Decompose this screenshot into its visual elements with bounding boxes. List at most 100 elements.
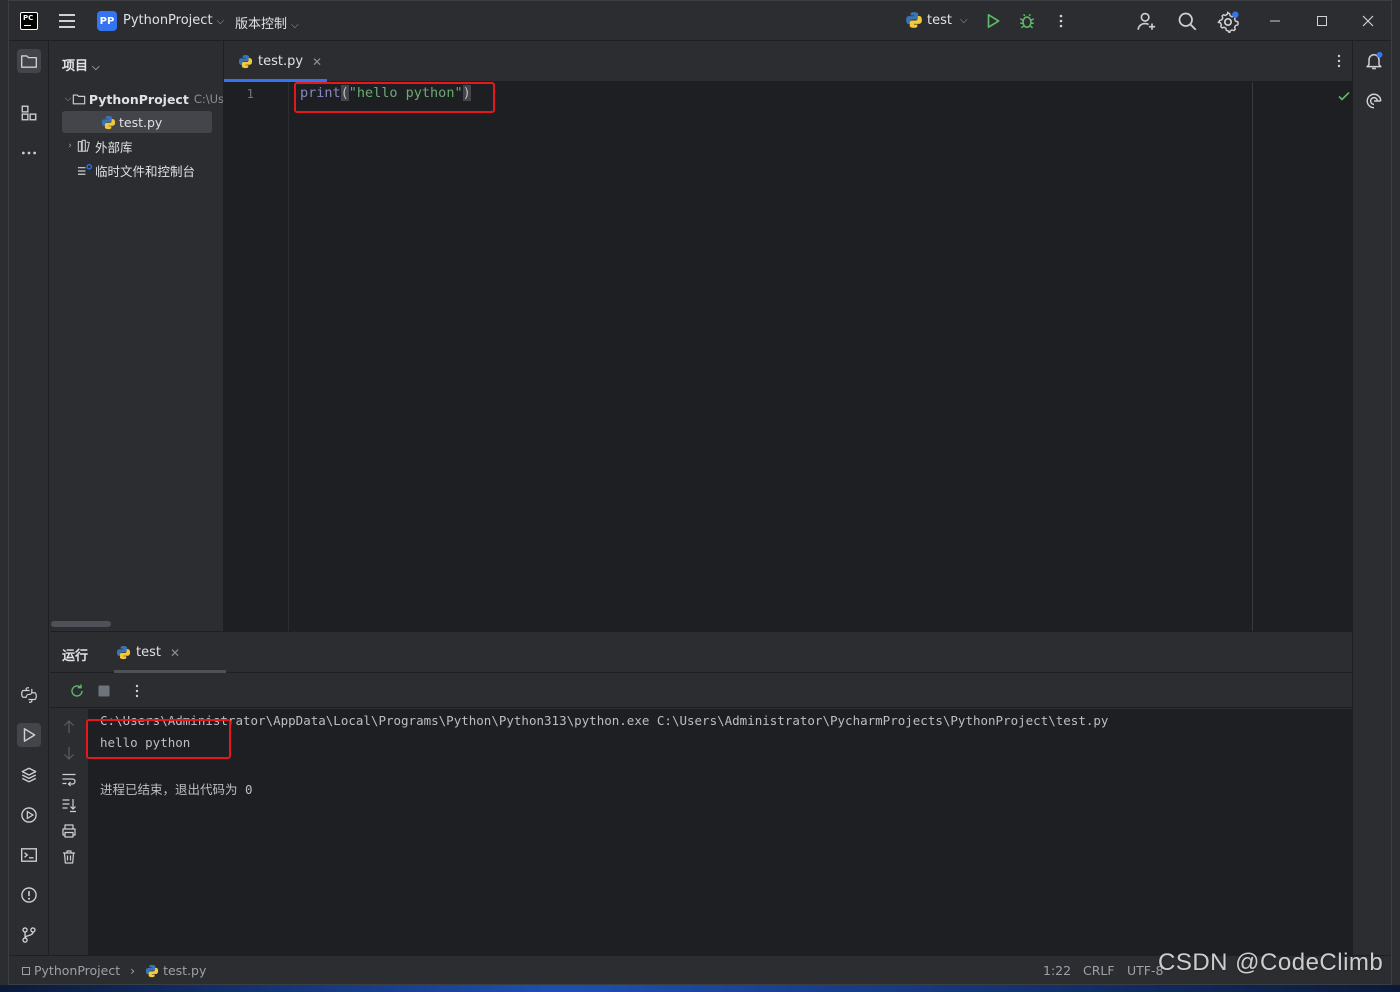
module-square-icon bbox=[22, 967, 30, 975]
debug-button[interactable] bbox=[1017, 11, 1037, 31]
stop-icon bbox=[98, 685, 110, 697]
terminal-icon bbox=[21, 848, 37, 862]
git-branch-icon bbox=[22, 927, 36, 943]
chevron-right-icon[interactable]: › bbox=[64, 141, 76, 151]
scroll-to-end-icon bbox=[62, 799, 76, 813]
project-switcher[interactable]: PythonProject ⌵ bbox=[123, 13, 224, 28]
code-token-string: "hello python" bbox=[348, 85, 463, 101]
terminal-tool-button[interactable] bbox=[17, 843, 41, 867]
close-icon bbox=[1362, 15, 1374, 27]
run-tab-label: test bbox=[136, 645, 161, 660]
scratches-icon bbox=[76, 162, 92, 178]
scroll-up-button[interactable] bbox=[61, 719, 77, 735]
desktop-background-strip bbox=[0, 985, 1400, 992]
more-tools-button[interactable] bbox=[17, 141, 41, 165]
structure-icon bbox=[21, 105, 37, 121]
project-panel-title: 项目 bbox=[62, 59, 89, 74]
line-number: 1 bbox=[246, 86, 254, 101]
inspection-ok-icon[interactable] bbox=[1336, 88, 1352, 104]
run-config-selector[interactable]: test ⌵ bbox=[905, 11, 968, 29]
breadcrumb-project[interactable]: PythonProject bbox=[34, 963, 120, 978]
structure-tool-button[interactable] bbox=[17, 101, 41, 125]
warning-circle-icon bbox=[21, 887, 37, 903]
code-editor[interactable]: 1 print("hello python") bbox=[224, 82, 1352, 631]
search-everywhere-button[interactable] bbox=[1177, 11, 1197, 31]
tree-item-path: C:\Us bbox=[193, 92, 224, 106]
arrow-up-icon bbox=[64, 720, 74, 733]
editor-gutter[interactable]: 1 bbox=[224, 82, 289, 631]
run-button[interactable] bbox=[983, 11, 1003, 31]
git-tool-button[interactable] bbox=[17, 923, 41, 947]
ai-assistant-button[interactable] bbox=[1362, 89, 1386, 113]
services-tool-button[interactable] bbox=[17, 803, 41, 827]
ide-window: PC PP PythonProject ⌵ 版本控制 ⌵ test ⌵ 项目 ⌵… bbox=[8, 0, 1392, 985]
run-console-output[interactable]: C:\Users\Administrator\AppData\Local\Pro… bbox=[86, 709, 1352, 956]
tree-item-test-py[interactable]: test.py bbox=[62, 111, 212, 133]
trash-icon bbox=[63, 850, 75, 864]
more-actions-button[interactable] bbox=[1051, 11, 1071, 31]
more-vertical-icon bbox=[1059, 14, 1063, 28]
close-tab-icon[interactable]: ✕ bbox=[170, 646, 180, 660]
project-badge[interactable]: PP bbox=[97, 11, 117, 31]
code-token-paren: ) bbox=[462, 85, 471, 101]
python-console-icon bbox=[21, 687, 37, 703]
run-tab-test[interactable]: test ✕ bbox=[114, 632, 226, 673]
tree-item-external-libraries[interactable]: › 外部库 bbox=[50, 135, 223, 157]
main-menu-icon[interactable] bbox=[57, 11, 77, 31]
python-packages-button[interactable] bbox=[17, 683, 41, 707]
problems-tool-button[interactable] bbox=[17, 883, 41, 907]
chevron-expanded-icon[interactable]: ⌵ bbox=[64, 94, 72, 104]
bell-icon bbox=[1366, 51, 1383, 70]
caret-position[interactable]: 1:22 bbox=[1043, 963, 1071, 978]
project-tool-button[interactable] bbox=[17, 49, 41, 73]
tree-item-project-root[interactable]: ⌵ PythonProject C:\Us bbox=[50, 88, 224, 110]
services-icon bbox=[21, 807, 37, 823]
horizontal-scrollbar[interactable] bbox=[51, 621, 111, 627]
line-separator[interactable]: CRLF bbox=[1083, 963, 1115, 978]
active-tab-indicator bbox=[114, 670, 226, 673]
code-line[interactable]: print("hello python") bbox=[300, 85, 471, 101]
gear-icon bbox=[1217, 11, 1239, 33]
chevron-down-icon: ⌵ bbox=[959, 14, 968, 26]
breadcrumb-file[interactable]: test.py bbox=[163, 963, 206, 978]
chevron-right-icon: › bbox=[130, 963, 136, 978]
soft-wrap-button[interactable] bbox=[61, 771, 77, 787]
editor-tabs-more-button[interactable] bbox=[1331, 53, 1347, 69]
clear-all-button[interactable] bbox=[61, 849, 77, 865]
run-tool-button[interactable] bbox=[17, 723, 41, 747]
library-icon bbox=[76, 138, 92, 154]
project-switcher-label: PythonProject bbox=[123, 13, 213, 28]
notifications-button[interactable] bbox=[1362, 49, 1386, 73]
python-icon bbox=[906, 12, 922, 28]
scroll-to-end-button[interactable] bbox=[61, 797, 77, 813]
rerun-icon bbox=[71, 684, 83, 697]
close-window-button[interactable] bbox=[1356, 11, 1380, 31]
run-more-button[interactable] bbox=[129, 683, 145, 699]
csdn-watermark: CSDN @CodeClimb bbox=[1158, 949, 1384, 976]
close-tab-icon[interactable]: ✕ bbox=[312, 55, 322, 69]
console-line-command: C:\Users\Administrator\AppData\Local\Pro… bbox=[100, 713, 1109, 728]
run-panel-header: 运行 test ✕ bbox=[50, 632, 1352, 673]
run-side-toolbar bbox=[50, 709, 88, 956]
print-button[interactable] bbox=[61, 823, 77, 839]
run-icon bbox=[23, 728, 36, 742]
run-panel-title: 运行 bbox=[62, 649, 89, 664]
tree-item-label: PythonProject bbox=[88, 91, 189, 107]
scroll-down-button[interactable] bbox=[61, 745, 77, 761]
rerun-button[interactable] bbox=[69, 683, 85, 699]
vcs-menu[interactable]: 版本控制 ⌵ bbox=[235, 13, 299, 32]
python-icon bbox=[116, 645, 131, 660]
minimize-button[interactable] bbox=[1263, 11, 1287, 31]
settings-button[interactable] bbox=[1217, 11, 1239, 33]
tab-test-py[interactable]: test.py ✕ bbox=[224, 41, 327, 82]
stop-button[interactable] bbox=[96, 683, 112, 699]
tree-item-scratches[interactable]: 临时文件和控制台 bbox=[50, 159, 223, 181]
layers-icon bbox=[21, 767, 37, 783]
console-line-exit: 进程已结束，退出代码为 0 bbox=[100, 782, 253, 797]
more-horizontal-icon bbox=[22, 151, 36, 155]
run-toolbar bbox=[50, 674, 1352, 708]
maximize-button[interactable] bbox=[1310, 11, 1334, 31]
layers-tool-button[interactable] bbox=[17, 763, 41, 787]
code-with-me-button[interactable] bbox=[1137, 11, 1157, 31]
project-panel-header[interactable]: 项目 ⌵ bbox=[62, 55, 100, 74]
